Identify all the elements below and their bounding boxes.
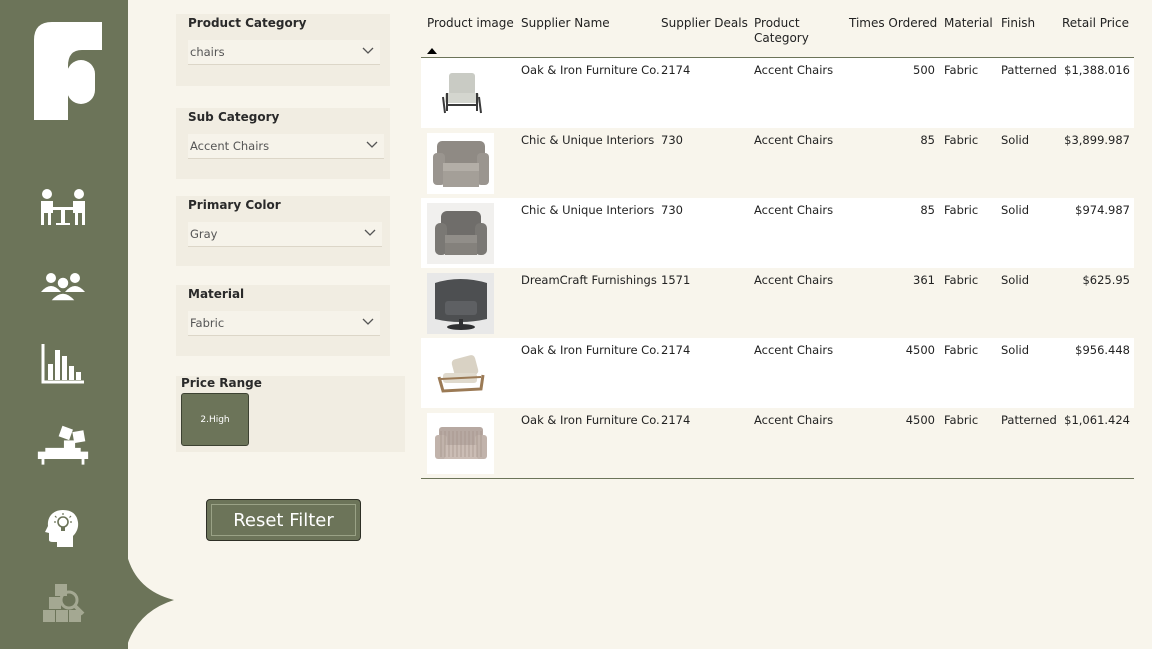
chevron-down-icon <box>364 229 376 236</box>
sub-category-dropdown[interactable]: Accent Chairs <box>188 134 384 159</box>
supplier-deals: 2174 <box>661 63 691 77</box>
retail-price: $3,899.987 <box>1064 133 1130 147</box>
retail-price: $974.987 <box>1075 203 1130 217</box>
header-retail-price[interactable]: Retail Price <box>1062 16 1129 31</box>
sort-ascending-icon <box>427 48 437 54</box>
finish: Solid <box>1001 273 1030 287</box>
product-category: Accent Chairs <box>754 273 834 287</box>
supplier-deals: 2174 <box>661 413 691 427</box>
sub-category-slicer: Sub Category Accent Chairs <box>176 108 390 179</box>
header-product-image[interactable]: Product image <box>427 16 514 31</box>
table-row[interactable]: Oak & Iron Furniture Co. 2174 Accent Cha… <box>421 408 1134 479</box>
sidebar <box>0 0 128 649</box>
product-category-slicer: Product Category chairs <box>176 14 390 86</box>
retail-price: $625.95 <box>1082 273 1130 287</box>
finish: Solid <box>1001 133 1030 147</box>
material-dropdown[interactable]: Fabric <box>188 311 380 336</box>
product-category-dropdown[interactable]: chairs <box>188 40 380 65</box>
header-product-category-line2: Category <box>754 31 809 45</box>
table-row[interactable]: Oak & Iron Furniture Co. 2174 Accent Cha… <box>421 58 1134 129</box>
product-category: Accent Chairs <box>754 63 834 77</box>
inventory-search-icon[interactable] <box>36 580 90 628</box>
supplier-deals: 730 <box>661 133 683 147</box>
finish: Solid <box>1001 343 1030 357</box>
table-row[interactable]: Chic & Unique Interiors 730 Accent Chair… <box>421 128 1134 199</box>
product-category-value: chairs <box>190 45 225 59</box>
material-slicer: Material Fabric <box>176 285 390 356</box>
primary-color-value: Gray <box>190 227 218 241</box>
primary-color-slicer: Primary Color Gray <box>176 196 390 266</box>
table-row[interactable]: Chic & Unique Interiors 730 Accent Chair… <box>421 198 1134 269</box>
product-thumbnail <box>427 63 494 124</box>
supplier-deals: 2174 <box>661 343 691 357</box>
table-row[interactable]: Oak & Iron Furniture Co. 2174 Accent Cha… <box>421 338 1134 409</box>
price-range-slicer: Price Range 2.High <box>176 376 405 452</box>
finish: Patterned <box>1001 63 1057 77</box>
supplier-deals: 730 <box>661 203 683 217</box>
primary-color-label: Primary Color <box>188 198 281 212</box>
meeting-icon[interactable] <box>36 183 90 231</box>
supplier-name: Chic & Unique Interiors <box>521 203 655 217</box>
supplier-name: DreamCraft Furnishings <box>521 273 657 287</box>
retail-price: $1,061.424 <box>1064 413 1130 427</box>
material: Fabric <box>944 133 979 147</box>
supplier-name: Oak & Iron Furniture Co. <box>521 343 660 357</box>
finish: Solid <box>1001 203 1030 217</box>
sidebar-notch <box>126 551 174 649</box>
material-value: Fabric <box>190 316 225 330</box>
product-thumbnail <box>427 203 494 264</box>
supplier-deals: 1571 <box>661 273 691 287</box>
retail-price: $1,388.016 <box>1064 63 1130 77</box>
times-ordered: 85 <box>920 203 935 217</box>
material-label: Material <box>188 287 245 301</box>
table-row[interactable]: DreamCraft Furnishings 1571 Accent Chair… <box>421 268 1134 339</box>
sub-category-label: Sub Category <box>188 110 280 124</box>
header-product-category-line1: Product <box>754 16 800 30</box>
product-category: Accent Chairs <box>754 343 834 357</box>
product-thumbnail <box>427 273 494 334</box>
times-ordered: 85 <box>920 133 935 147</box>
material: Fabric <box>944 273 979 287</box>
primary-color-dropdown[interactable]: Gray <box>188 222 382 247</box>
team-icon[interactable] <box>36 262 90 310</box>
supplier-name: Oak & Iron Furniture Co. <box>521 413 660 427</box>
chevron-down-icon <box>366 141 378 148</box>
chevron-down-icon <box>362 47 374 54</box>
chevron-down-icon <box>362 318 374 325</box>
header-finish[interactable]: Finish <box>1001 16 1035 31</box>
sub-category-value: Accent Chairs <box>190 139 270 153</box>
header-product-category[interactable]: Product Category <box>754 16 809 46</box>
price-range-tile[interactable]: 2.High <box>181 393 249 446</box>
brand-logo <box>34 22 102 120</box>
times-ordered: 500 <box>913 63 935 77</box>
bar-chart-icon[interactable] <box>36 340 90 388</box>
material: Fabric <box>944 343 979 357</box>
reset-filter-label: Reset Filter <box>211 504 356 536</box>
product-category: Accent Chairs <box>754 133 834 147</box>
times-ordered: 361 <box>913 273 935 287</box>
material: Fabric <box>944 203 979 217</box>
retail-price: $956.448 <box>1075 343 1130 357</box>
material: Fabric <box>944 63 979 77</box>
reset-filter-button[interactable]: Reset Filter <box>206 499 361 541</box>
material: Fabric <box>944 413 979 427</box>
product-thumbnail <box>427 413 494 474</box>
header-supplier-name[interactable]: Supplier Name <box>521 16 610 31</box>
finish: Patterned <box>1001 413 1057 427</box>
product-category-label: Product Category <box>188 16 307 30</box>
times-ordered: 4500 <box>905 413 935 427</box>
header-material[interactable]: Material <box>944 16 993 31</box>
supplier-name: Oak & Iron Furniture Co. <box>521 63 660 77</box>
supplier-name: Chic & Unique Interiors <box>521 133 655 147</box>
product-thumbnail <box>427 133 494 194</box>
idea-head-icon[interactable] <box>36 504 90 552</box>
times-ordered: 4500 <box>905 343 935 357</box>
header-supplier-deals[interactable]: Supplier Deals <box>661 16 748 31</box>
price-range-label: Price Range <box>181 376 262 390</box>
product-category: Accent Chairs <box>754 203 834 217</box>
product-category: Accent Chairs <box>754 413 834 427</box>
header-times-ordered[interactable]: Times Ordered <box>849 16 937 31</box>
sofa-puzzle-icon[interactable] <box>36 422 90 470</box>
product-thumbnail <box>427 343 494 404</box>
